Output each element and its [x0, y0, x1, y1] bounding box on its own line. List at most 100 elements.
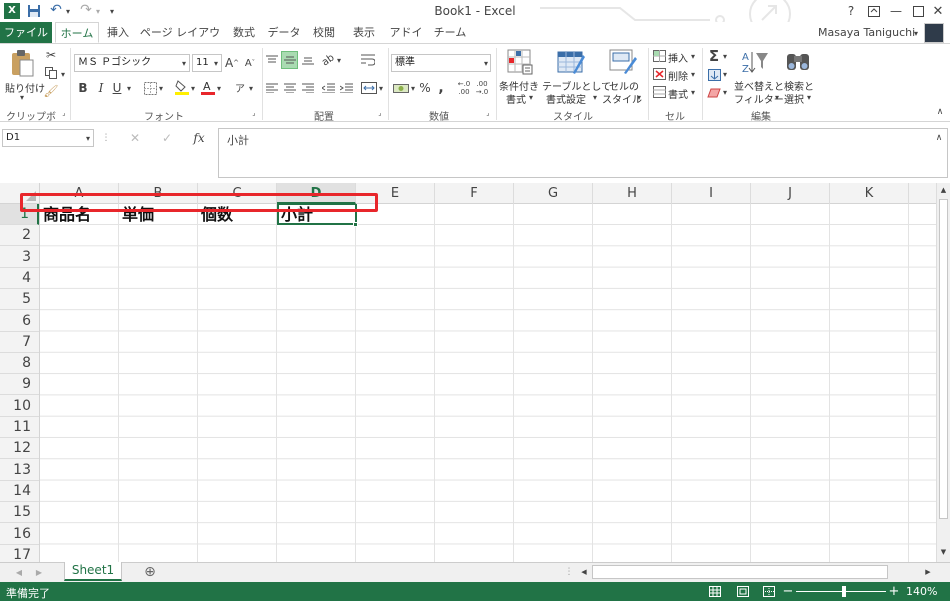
- find-select-icon[interactable]: [784, 48, 812, 76]
- cell-styles-dropdown-icon[interactable]: ▾: [636, 92, 642, 102]
- fill-color-icon[interactable]: [174, 78, 190, 96]
- format-as-table-icon[interactable]: [556, 48, 586, 76]
- copy-dropdown-icon[interactable]: ▾: [60, 68, 66, 80]
- hscroll-left-icon[interactable]: ◀: [578, 566, 590, 578]
- scroll-down-icon[interactable]: ▼: [937, 545, 950, 559]
- cell-grid[interactable]: 商品名 単価 個数 小計: [40, 204, 936, 562]
- minimize-icon[interactable]: —: [888, 3, 904, 19]
- zoom-out-icon[interactable]: −: [782, 584, 794, 599]
- insert-cells-dropdown-icon[interactable]: ▾: [690, 50, 696, 62]
- fill-dropdown-icon[interactable]: ▾: [722, 68, 728, 80]
- fill-handle[interactable]: [353, 222, 358, 227]
- add-sheet-button[interactable]: ⊕: [142, 564, 158, 580]
- number-format-dropdown-icon[interactable]: ▾: [482, 56, 490, 70]
- row-header-6[interactable]: 6: [0, 311, 39, 332]
- scroll-up-icon[interactable]: ▲: [937, 183, 950, 197]
- row-header-16[interactable]: 16: [0, 524, 39, 545]
- currency-format-icon[interactable]: [392, 80, 410, 96]
- percent-button[interactable]: %: [418, 80, 432, 96]
- zoom-in-icon[interactable]: +: [888, 584, 900, 599]
- format-painter-icon[interactable]: 🖌: [43, 84, 58, 98]
- hscroll-right-icon[interactable]: ▶: [922, 566, 934, 578]
- row-header-13[interactable]: 13: [0, 460, 39, 481]
- font-launcher-icon[interactable]: ⌟: [250, 108, 258, 118]
- font-name-dropdown-icon[interactable]: ▾: [180, 56, 188, 70]
- row-header-2[interactable]: 2: [0, 225, 39, 247]
- font-color-dropdown-icon[interactable]: ▾: [216, 82, 222, 94]
- fill-icon[interactable]: [706, 68, 722, 82]
- user-dropdown-icon[interactable]: ▾: [912, 25, 920, 41]
- column-header-i[interactable]: I: [672, 183, 751, 204]
- formula-input[interactable]: 小計 ∧: [218, 128, 948, 178]
- row-header-11[interactable]: 11: [0, 417, 39, 438]
- column-header-k[interactable]: K: [830, 183, 909, 204]
- cell-styles-icon[interactable]: [608, 48, 638, 76]
- user-name[interactable]: Masaya Taniguchi: [818, 26, 915, 39]
- tab-insert[interactable]: 挿入: [101, 22, 135, 43]
- tab-file[interactable]: ファイル: [0, 22, 52, 43]
- sheet-tab-sheet1[interactable]: Sheet1: [64, 562, 122, 581]
- tab-team[interactable]: チーム: [432, 22, 468, 43]
- row-header-10[interactable]: 10: [0, 396, 39, 417]
- bold-button[interactable]: B: [76, 80, 90, 96]
- redo-icon[interactable]: ↷: [78, 2, 94, 18]
- autosum-dropdown-icon[interactable]: ▾: [722, 50, 728, 62]
- conditional-formatting-icon[interactable]: [506, 48, 534, 76]
- page-layout-view-icon[interactable]: [736, 585, 750, 598]
- page-break-view-icon[interactable]: [762, 585, 776, 598]
- alignment-launcher-icon[interactable]: ⌟: [376, 108, 384, 118]
- phonetic-dropdown-icon[interactable]: ▾: [248, 82, 254, 94]
- tab-formulas[interactable]: 数式: [226, 22, 262, 43]
- paste-icon[interactable]: [8, 48, 36, 78]
- align-center-icon[interactable]: [282, 80, 298, 96]
- align-middle-icon[interactable]: [281, 51, 298, 69]
- zoom-slider-track[interactable]: [796, 591, 886, 592]
- insert-cells-button[interactable]: 挿入: [668, 50, 688, 65]
- number-launcher-icon[interactable]: ⌟: [484, 108, 492, 118]
- tab-data[interactable]: データ: [266, 22, 302, 43]
- clipboard-launcher-icon[interactable]: ⌟: [60, 108, 68, 118]
- column-header-h[interactable]: H: [593, 183, 672, 204]
- sort-filter-icon[interactable]: AZ: [740, 48, 770, 76]
- align-left-icon[interactable]: [264, 80, 280, 96]
- ribbon-display-icon[interactable]: [866, 3, 882, 19]
- avatar[interactable]: [924, 23, 944, 43]
- tab-split-handle-icon[interactable]: ⋮: [565, 565, 574, 579]
- prev-sheet-icon[interactable]: ◀: [14, 566, 24, 578]
- clear-icon[interactable]: [706, 86, 722, 100]
- fill-color-dropdown-icon[interactable]: ▾: [190, 82, 196, 94]
- sort-filter-dropdown-icon[interactable]: ▾: [774, 92, 780, 102]
- format-cells-button[interactable]: 書式: [668, 86, 688, 101]
- save-icon[interactable]: [26, 3, 42, 19]
- collapse-ribbon-icon[interactable]: ∧: [934, 106, 946, 118]
- insert-function-button[interactable]: fx: [190, 130, 208, 146]
- align-right-icon[interactable]: [300, 80, 316, 96]
- vertical-scrollbar[interactable]: ▲ ▼: [936, 183, 950, 562]
- tab-view[interactable]: 表示: [346, 22, 382, 43]
- copy-icon[interactable]: [44, 66, 58, 80]
- comma-style-icon[interactable]: ,: [434, 80, 448, 96]
- underline-button[interactable]: U: [110, 80, 124, 96]
- help-icon[interactable]: ?: [843, 3, 859, 19]
- column-header-f[interactable]: F: [435, 183, 514, 204]
- name-box[interactable]: D1: [2, 129, 94, 147]
- delete-cells-dropdown-icon[interactable]: ▾: [690, 68, 696, 80]
- conditional-formatting-line2[interactable]: 書式: [506, 91, 526, 106]
- font-size-dropdown-icon[interactable]: ▾: [212, 56, 220, 70]
- tab-review[interactable]: 校閲: [306, 22, 342, 43]
- cut-icon[interactable]: ✂: [44, 48, 58, 62]
- redo-dropdown-icon[interactable]: ▾: [94, 3, 102, 19]
- normal-view-icon[interactable]: [708, 585, 722, 598]
- maximize-icon[interactable]: [910, 3, 926, 19]
- tab-addins[interactable]: アドイン: [386, 22, 426, 60]
- row-header-4[interactable]: 4: [0, 268, 39, 289]
- underline-dropdown-icon[interactable]: ▾: [126, 82, 132, 94]
- row-header-5[interactable]: 5: [0, 289, 39, 311]
- clear-dropdown-icon[interactable]: ▾: [722, 86, 728, 98]
- italic-button[interactable]: I: [94, 80, 108, 96]
- row-header-7[interactable]: 7: [0, 332, 39, 353]
- row-header-8[interactable]: 8: [0, 353, 39, 375]
- borders-icon[interactable]: [142, 80, 158, 96]
- zoom-level[interactable]: 140%: [906, 585, 937, 598]
- decrease-font-size-icon[interactable]: Aˇ: [242, 54, 258, 72]
